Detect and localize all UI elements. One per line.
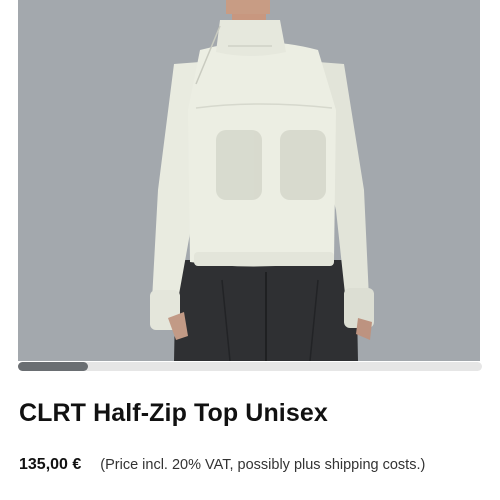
gallery-scrollbar[interactable] — [18, 362, 482, 371]
product-price: 135,00 € — [19, 456, 82, 473]
price-note: (Price incl. 20% VAT, possibly plus ship… — [100, 457, 426, 473]
product-photo[interactable] — [18, 0, 480, 361]
price-row: 135,00 € (Price incl. 20% VAT, possibly … — [19, 456, 425, 474]
gallery-scrollbar-thumb[interactable] — [18, 362, 88, 371]
product-page: CLRT Half-Zip Top Unisex 135,00 € (Price… — [0, 0, 500, 500]
product-image-gallery[interactable] — [18, 0, 480, 361]
product-title: CLRT Half-Zip Top Unisex — [19, 399, 328, 427]
